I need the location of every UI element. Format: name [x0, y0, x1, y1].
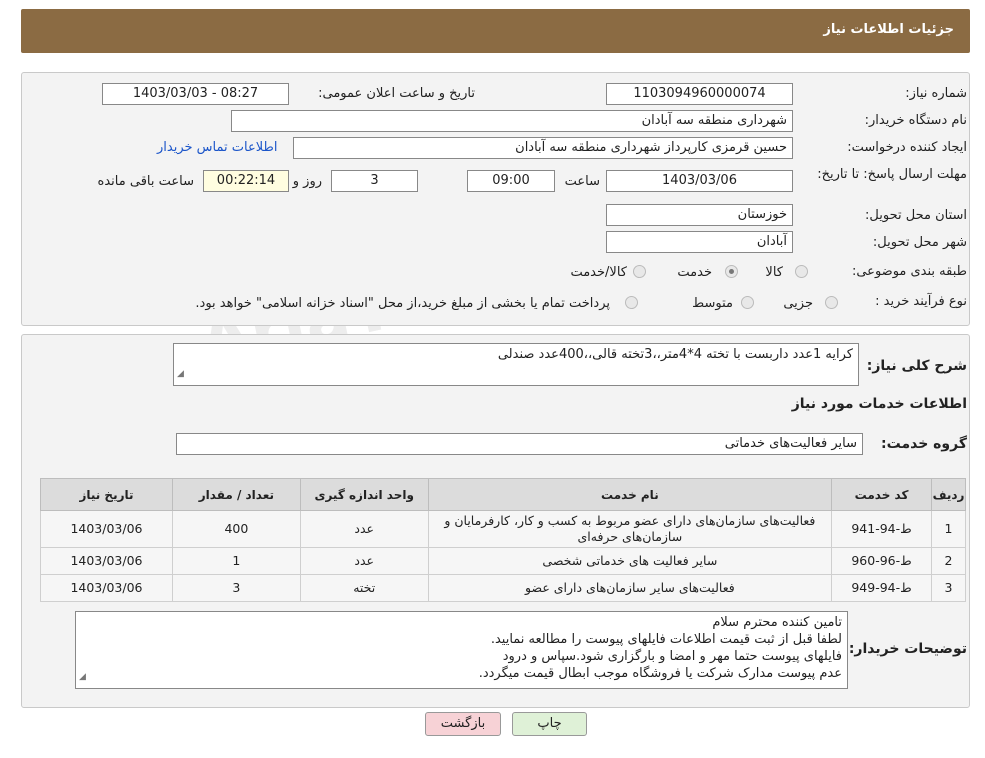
category-radio-service[interactable] — [725, 265, 738, 278]
table-cell: سایر فعالیت های خدماتی شخصی — [427, 547, 833, 575]
table-row: 1 ط-94-941 فعالیت‌های سازمان‌های دارای ع… — [40, 510, 966, 548]
buyer-contact-link[interactable]: اطلاعات تماس خریدار — [157, 140, 277, 155]
province-label: استان محل تحویل: — [865, 208, 967, 223]
summary-textarea[interactable]: کرایه 1عدد داربست با تخته 4*4متر،،3تخته … — [173, 343, 859, 386]
buyer-notes-line: لطفا قبل از ثبت قیمت اطلاعات فایلهای پیو… — [490, 632, 842, 647]
category-radio-goods[interactable] — [795, 265, 808, 278]
need-number-field: 1103094960000074 — [606, 83, 793, 105]
table-cell: ط-96-960 — [831, 547, 933, 575]
category-label: طبقه بندی موضوعی: — [851, 264, 967, 279]
col-header-service-code: کد خدمت — [831, 478, 933, 511]
remaining-label: ساعت باقی مانده — [97, 174, 194, 189]
process-note: پرداخت تمام یا بخشی از مبلغ خرید،از محل … — [195, 296, 610, 311]
buyer-notes-label: توضیحات خریدار: — [848, 641, 967, 657]
col-header-unit: واحد اندازه گیری — [299, 478, 429, 511]
table-row: 2 ط-96-960 سایر فعالیت های خدماتی شخصی ع… — [40, 547, 966, 575]
province-field: خوزستان — [606, 204, 793, 226]
table-cell: فعالیت‌های سازمان‌های دارای عضو مربوط به… — [427, 510, 833, 548]
page-header: جزئیات اطلاعات نیاز — [21, 9, 970, 53]
buyer-notes-line: فایلهای پیوست حتما مهر و امضا و بارگزاری… — [502, 649, 842, 664]
category-option-service: خدمت — [677, 265, 712, 280]
process-label: نوع فرآیند خرید : — [875, 294, 967, 309]
announce-datetime-field: 1403/03/03 - 08:27 — [102, 83, 289, 105]
process-option-minor: جزیی — [783, 296, 813, 311]
days-field: 3 — [331, 170, 418, 192]
table-cell: 3 — [931, 574, 966, 602]
buyer-org-label: نام دستگاه خریدار: — [864, 113, 967, 128]
process-radio-treasury[interactable] — [625, 296, 638, 309]
buyer-org-field: شهرداری منطقه سه آبادان — [231, 110, 793, 132]
table-cell: تخته — [299, 574, 429, 602]
table-cell: 1403/03/06 — [40, 574, 173, 602]
remaining-time-field: 00:22:14 — [203, 170, 289, 192]
col-header-service-name: نام خدمت — [427, 478, 833, 511]
table-row: 3 ط-94-949 فعالیت‌های سایر سازمان‌های دا… — [40, 574, 966, 602]
city-label: شهر محل تحویل: — [872, 235, 967, 250]
resize-grip-icon[interactable]: ◢ — [177, 365, 184, 383]
table-cell: 400 — [171, 510, 301, 548]
table-cell: 1 — [171, 547, 301, 575]
page-title: جزئیات اطلاعات نیاز — [823, 22, 954, 37]
deadline-time-label: ساعت — [564, 174, 600, 189]
col-header-row-number: ردیف — [931, 478, 966, 511]
col-header-need-date: تاریخ نیاز — [40, 478, 173, 511]
creator-label: ایجاد کننده درخواست: — [847, 140, 967, 155]
table-cell: عدد — [299, 547, 429, 575]
summary-text: کرایه 1عدد داربست با تخته 4*4متر،،3تخته … — [497, 347, 853, 362]
services-table: ردیف کد خدمت نام خدمت واحد اندازه گیری ت… — [40, 478, 966, 602]
deadline-time-field: 09:00 — [467, 170, 555, 192]
category-option-goods: کالا — [765, 265, 783, 280]
deadline-label: مهلت ارسال پاسخ: تا تاریخ: — [817, 167, 967, 182]
table-cell: ط-94-949 — [831, 574, 933, 602]
process-radio-medium[interactable] — [741, 296, 754, 309]
print-button[interactable]: چاپ — [512, 712, 587, 736]
services-heading: اطلاعات خدمات مورد نیاز — [791, 396, 967, 412]
buyer-notes-textarea[interactable]: تامین کننده محترم سلام لطفا قبل از ثبت ق… — [75, 611, 848, 689]
table-cell: ط-94-941 — [831, 510, 933, 548]
service-group-field: سایر فعالیت‌های خدماتی — [176, 433, 863, 455]
summary-label: شرح کلی نیاز: — [866, 358, 967, 374]
category-radio-goods-service[interactable] — [633, 265, 646, 278]
table-cell: 2 — [931, 547, 966, 575]
service-group-label: گروه خدمت: — [881, 436, 967, 452]
city-field: آبادان — [606, 231, 793, 253]
table-cell: فعالیت‌های سایر سازمان‌های دارای عضو — [427, 574, 833, 602]
table-header-row: ردیف کد خدمت نام خدمت واحد اندازه گیری ت… — [40, 478, 966, 511]
table-cell: 1403/03/06 — [40, 547, 173, 575]
back-button[interactable]: بازگشت — [425, 712, 501, 736]
creator-field: حسین قرمزی کارپرداز شهرداری منطقه سه آبا… — [293, 137, 793, 159]
process-radio-minor[interactable] — [825, 296, 838, 309]
buyer-notes-line: تامین کننده محترم سلام — [712, 615, 842, 630]
table-cell: 1 — [931, 510, 966, 548]
need-number-label: شماره نیاز: — [905, 86, 967, 101]
announce-label: تاریخ و ساعت اعلان عمومی: — [318, 86, 475, 101]
buyer-notes-line: عدم پیوست مدارک شرکت یا فروشگاه موجب ابط… — [478, 666, 842, 681]
days-label: روز و — [292, 174, 322, 189]
table-cell: عدد — [299, 510, 429, 548]
table-cell: 1403/03/06 — [40, 510, 173, 548]
process-option-medium: متوسط — [692, 296, 733, 311]
category-option-goods-service: کالا/خدمت — [570, 265, 627, 280]
resize-grip-icon[interactable]: ◢ — [79, 669, 86, 686]
table-cell: 3 — [171, 574, 301, 602]
deadline-date-field: 1403/03/06 — [606, 170, 793, 192]
col-header-quantity: تعداد / مقدار — [171, 478, 301, 511]
